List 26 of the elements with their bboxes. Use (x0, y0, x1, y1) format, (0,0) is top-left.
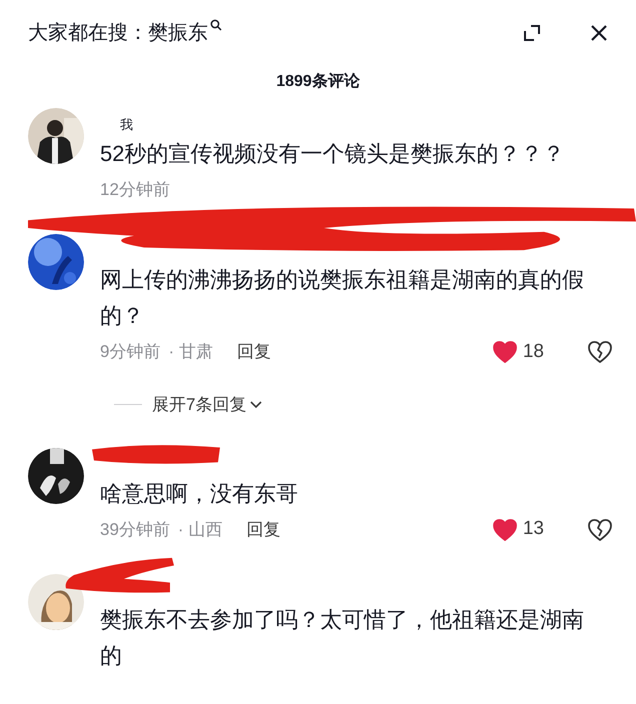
search-icon (210, 19, 222, 31)
search-prefix: 大家都在搜： (28, 21, 148, 46)
expand-icon[interactable] (522, 23, 542, 43)
search-link[interactable]: 樊振东 (148, 18, 222, 48)
broken-heart-icon[interactable] (588, 341, 612, 363)
heart-icon[interactable] (492, 518, 517, 540)
close-icon[interactable] (590, 24, 608, 42)
comment-time: 39分钟前 (100, 518, 170, 541)
like-count: 18 (522, 340, 544, 364)
comment-location: · 山西 (178, 518, 222, 541)
comment-text: 网上传的沸沸扬扬的说樊振东祖籍是湖南的真的假的？ (100, 266, 585, 330)
comment-time: 9分钟前 (100, 341, 160, 364)
chevron-icon (250, 400, 262, 409)
expand-replies-button[interactable]: 展开7条回复 (152, 392, 262, 418)
comment-text: 啥意思啊，没有东哥 (100, 480, 299, 508)
heart-icon[interactable] (492, 341, 517, 363)
comment-time: 12分钟前 (100, 179, 170, 202)
author-label: 我 (120, 116, 133, 134)
comment-count: 1899条评论 (276, 72, 360, 92)
comment-text: 52秒的宣传视频没有一个镜头是樊振东的？？？ (100, 140, 566, 168)
broken-heart-icon[interactable] (588, 518, 612, 540)
reply-button[interactable]: 回复 (246, 516, 280, 542)
comment-text: 樊振东不去参加了吗？太可惜了，他祖籍还是湖南的 (100, 606, 585, 670)
reply-button[interactable]: 回复 (236, 339, 271, 365)
like-count: 13 (522, 517, 544, 542)
comment-location: · 甘肃 (168, 341, 213, 364)
